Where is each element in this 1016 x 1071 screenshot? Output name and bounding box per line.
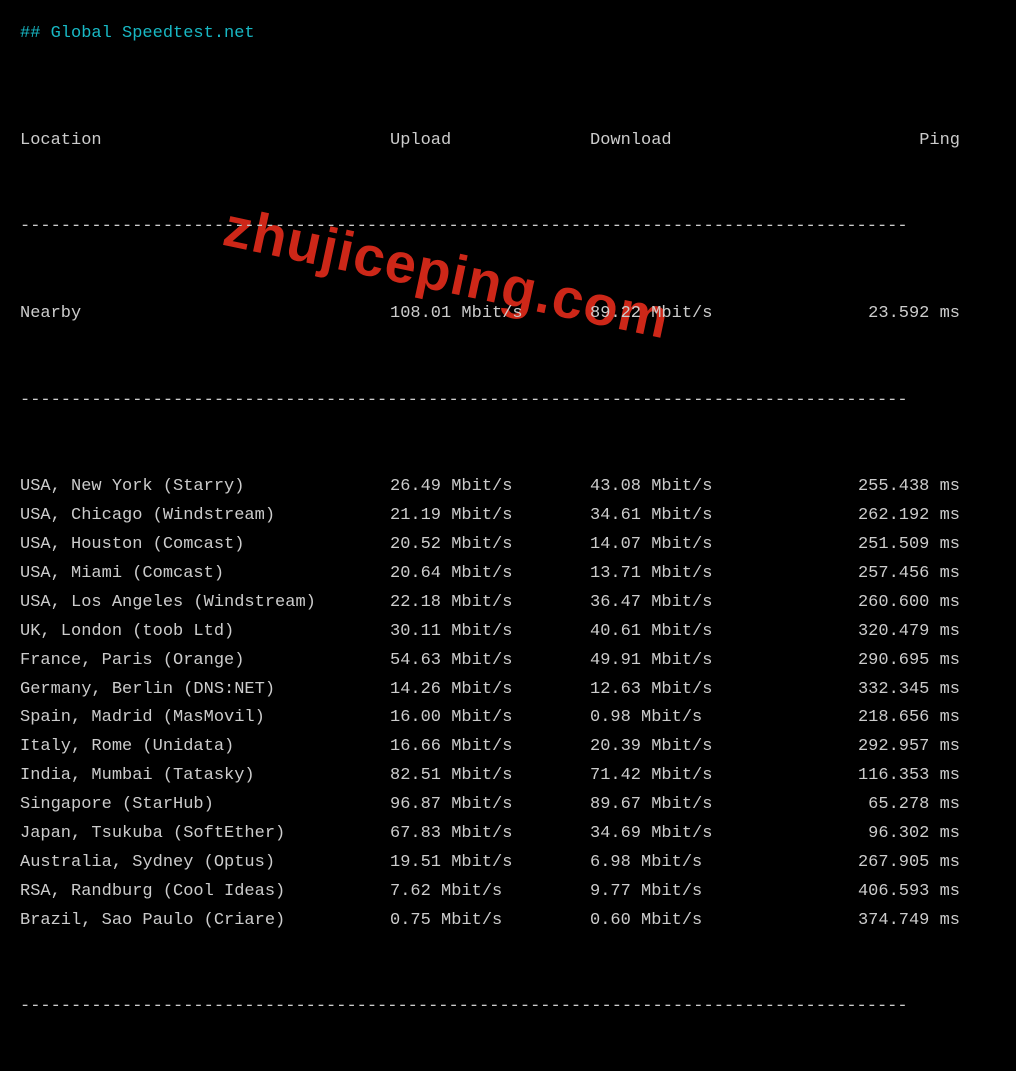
page-title: ## Global Speedtest.net <box>20 20 996 49</box>
cell-ping: 257.456 ms <box>790 560 990 589</box>
header-download: Download <box>590 127 790 156</box>
cell-upload: 21.19 Mbit/s <box>390 502 590 531</box>
nearby-row: Nearby 108.01 Mbit/s 89.22 Mbit/s 23.592… <box>20 300 996 329</box>
table-row: France, Paris (Orange)54.63 Mbit/s49.91 … <box>20 647 996 676</box>
separator-line: ----------------------------------------… <box>20 993 996 1022</box>
cell-location: Japan, Tsukuba (SoftEther) <box>20 820 390 849</box>
cell-download: 0.98 Mbit/s <box>590 704 790 733</box>
cell-location: Italy, Rome (Unidata) <box>20 733 390 762</box>
cell-location: Germany, Berlin (DNS:NET) <box>20 676 390 705</box>
cell-location: USA, Miami (Comcast) <box>20 560 390 589</box>
cell-upload: 19.51 Mbit/s <box>390 849 590 878</box>
nearby-location: Nearby <box>20 300 390 329</box>
cell-download: 14.07 Mbit/s <box>590 531 790 560</box>
table-row: USA, Los Angeles (Windstream)22.18 Mbit/… <box>20 589 996 618</box>
cell-download: 12.63 Mbit/s <box>590 676 790 705</box>
table-row: Singapore (StarHub)96.87 Mbit/s89.67 Mbi… <box>20 791 996 820</box>
cell-download: 9.77 Mbit/s <box>590 878 790 907</box>
cell-ping: 116.353 ms <box>790 762 990 791</box>
table-row: Japan, Tsukuba (SoftEther)67.83 Mbit/s34… <box>20 820 996 849</box>
cell-ping: 251.509 ms <box>790 531 990 560</box>
cell-location: USA, New York (Starry) <box>20 473 390 502</box>
cell-download: 40.61 Mbit/s <box>590 618 790 647</box>
cell-ping: 320.479 ms <box>790 618 990 647</box>
nearby-ping: 23.592 ms <box>790 300 990 329</box>
table-row: Brazil, Sao Paulo (Criare)0.75 Mbit/s0.6… <box>20 907 996 936</box>
cell-download: 34.61 Mbit/s <box>590 502 790 531</box>
cell-upload: 14.26 Mbit/s <box>390 676 590 705</box>
cell-download: 36.47 Mbit/s <box>590 589 790 618</box>
cell-download: 0.60 Mbit/s <box>590 907 790 936</box>
cell-upload: 22.18 Mbit/s <box>390 589 590 618</box>
cell-ping: 267.905 ms <box>790 849 990 878</box>
separator-line: ----------------------------------------… <box>20 387 996 416</box>
cell-ping: 406.593 ms <box>790 878 990 907</box>
cell-upload: 16.00 Mbit/s <box>390 704 590 733</box>
table-row: USA, New York (Starry)26.49 Mbit/s43.08 … <box>20 473 996 502</box>
cell-download: 34.69 Mbit/s <box>590 820 790 849</box>
cell-upload: 0.75 Mbit/s <box>390 907 590 936</box>
cell-upload: 20.64 Mbit/s <box>390 560 590 589</box>
nearby-download: 89.22 Mbit/s <box>590 300 790 329</box>
cell-download: 20.39 Mbit/s <box>590 733 790 762</box>
table-row: UK, London (toob Ltd)30.11 Mbit/s40.61 M… <box>20 618 996 647</box>
table-row: Italy, Rome (Unidata)16.66 Mbit/s20.39 M… <box>20 733 996 762</box>
table-header-row: Location Upload Download Ping <box>20 127 996 156</box>
cell-location: USA, Houston (Comcast) <box>20 531 390 560</box>
cell-ping: 374.749 ms <box>790 907 990 936</box>
cell-upload: 30.11 Mbit/s <box>390 618 590 647</box>
table-row: Australia, Sydney (Optus)19.51 Mbit/s6.9… <box>20 849 996 878</box>
table-row: RSA, Randburg (Cool Ideas)7.62 Mbit/s9.7… <box>20 878 996 907</box>
cell-upload: 7.62 Mbit/s <box>390 878 590 907</box>
cell-location: Australia, Sydney (Optus) <box>20 849 390 878</box>
table-body: USA, New York (Starry)26.49 Mbit/s43.08 … <box>20 473 996 935</box>
cell-ping: 65.278 ms <box>790 791 990 820</box>
cell-ping: 96.302 ms <box>790 820 990 849</box>
table-row: USA, Chicago (Windstream)21.19 Mbit/s34.… <box>20 502 996 531</box>
cell-upload: 96.87 Mbit/s <box>390 791 590 820</box>
table-row: USA, Houston (Comcast)20.52 Mbit/s14.07 … <box>20 531 996 560</box>
speedtest-table: Location Upload Download Ping ----------… <box>20 69 996 1051</box>
separator-line: ----------------------------------------… <box>20 213 996 242</box>
table-row: Spain, Madrid (MasMovil)16.00 Mbit/s0.98… <box>20 704 996 733</box>
table-row: India, Mumbai (Tatasky)82.51 Mbit/s71.42… <box>20 762 996 791</box>
cell-upload: 20.52 Mbit/s <box>390 531 590 560</box>
header-upload: Upload <box>390 127 590 156</box>
cell-download: 89.67 Mbit/s <box>590 791 790 820</box>
cell-ping: 332.345 ms <box>790 676 990 705</box>
cell-location: RSA, Randburg (Cool Ideas) <box>20 878 390 907</box>
cell-location: India, Mumbai (Tatasky) <box>20 762 390 791</box>
cell-ping: 255.438 ms <box>790 473 990 502</box>
cell-location: USA, Chicago (Windstream) <box>20 502 390 531</box>
table-row: Germany, Berlin (DNS:NET)14.26 Mbit/s12.… <box>20 676 996 705</box>
cell-upload: 54.63 Mbit/s <box>390 647 590 676</box>
cell-upload: 16.66 Mbit/s <box>390 733 590 762</box>
cell-location: Singapore (StarHub) <box>20 791 390 820</box>
cell-location: UK, London (toob Ltd) <box>20 618 390 647</box>
cell-location: Spain, Madrid (MasMovil) <box>20 704 390 733</box>
cell-ping: 260.600 ms <box>790 589 990 618</box>
cell-download: 43.08 Mbit/s <box>590 473 790 502</box>
cell-ping: 292.957 ms <box>790 733 990 762</box>
cell-download: 6.98 Mbit/s <box>590 849 790 878</box>
cell-ping: 218.656 ms <box>790 704 990 733</box>
cell-download: 49.91 Mbit/s <box>590 647 790 676</box>
cell-upload: 26.49 Mbit/s <box>390 473 590 502</box>
table-row: USA, Miami (Comcast)20.64 Mbit/s13.71 Mb… <box>20 560 996 589</box>
header-location: Location <box>20 127 390 156</box>
cell-ping: 290.695 ms <box>790 647 990 676</box>
cell-location: Brazil, Sao Paulo (Criare) <box>20 907 390 936</box>
nearby-upload: 108.01 Mbit/s <box>390 300 590 329</box>
cell-upload: 67.83 Mbit/s <box>390 820 590 849</box>
cell-location: France, Paris (Orange) <box>20 647 390 676</box>
cell-location: USA, Los Angeles (Windstream) <box>20 589 390 618</box>
cell-download: 13.71 Mbit/s <box>590 560 790 589</box>
header-ping: Ping <box>790 127 990 156</box>
cell-ping: 262.192 ms <box>790 502 990 531</box>
cell-upload: 82.51 Mbit/s <box>390 762 590 791</box>
cell-download: 71.42 Mbit/s <box>590 762 790 791</box>
